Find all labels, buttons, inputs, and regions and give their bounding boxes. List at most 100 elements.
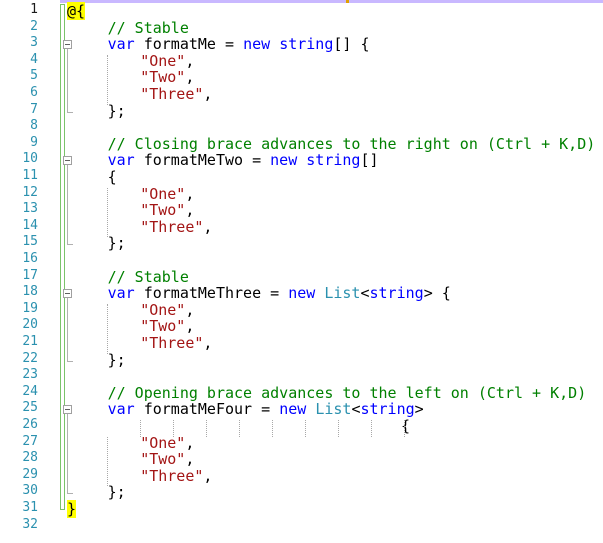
- line-number: 11: [22, 168, 38, 183]
- code-token: >: [414, 400, 424, 419]
- line-number: 13: [22, 201, 38, 217]
- code-line[interactable]: "Two",: [140, 69, 194, 85]
- code-token: "Three": [140, 466, 204, 485]
- code-line[interactable]: "One",: [140, 186, 194, 202]
- code-token: "Three": [140, 217, 204, 236]
- code-token: var: [107, 35, 135, 54]
- code-token: };: [107, 234, 126, 253]
- code-line[interactable]: "Two",: [140, 451, 194, 467]
- code-token: formatMe =: [134, 35, 244, 54]
- indent-guide: [206, 420, 207, 437]
- line-number: 9: [30, 134, 38, 150]
- code-token: ,: [203, 334, 213, 352]
- code-token: {: [107, 168, 117, 186]
- code-token: ,: [185, 201, 195, 220]
- code-line[interactable]: };: [108, 352, 126, 368]
- code-line[interactable]: var formatMeFour = new List<string>: [108, 401, 424, 417]
- outline-bracket: [67, 49, 68, 112]
- code-token: ,: [185, 51, 195, 70]
- code-line[interactable]: "Three",: [140, 219, 212, 235]
- code-token: ,: [185, 450, 195, 469]
- code-token: new: [288, 284, 316, 303]
- collapse-icon[interactable]: [63, 289, 72, 299]
- code-token: "Two": [140, 450, 186, 469]
- code-line[interactable]: };: [108, 103, 126, 119]
- code-line[interactable]: "Three",: [140, 468, 212, 484]
- line-number: 26: [22, 417, 38, 432]
- code-token: };: [107, 350, 126, 369]
- code-token: ,: [185, 68, 195, 87]
- outline-bracket-end: [67, 244, 73, 246]
- code-line[interactable]: }: [67, 500, 77, 518]
- code-editor[interactable]: 1 2 3 4 5 6 7 8 9 10 11 12 13 14 15 16 17 18 19 20 21 22 23 24 2…: [0, 0, 603, 543]
- indent-guide: [371, 420, 372, 437]
- code-token: new: [270, 151, 298, 170]
- code-line[interactable]: "Three",: [140, 86, 212, 102]
- indent-guide: [173, 420, 174, 437]
- indent-guide: [107, 54, 108, 105]
- code-line[interactable]: {: [108, 169, 117, 185]
- code-line[interactable]: // Stable: [108, 20, 189, 36]
- code-token: List: [324, 284, 361, 303]
- code-token: "Two": [140, 201, 186, 220]
- code-token: "Three": [140, 334, 204, 352]
- code-token: string: [306, 151, 361, 170]
- code-line[interactable]: };: [108, 235, 126, 251]
- line-number: 7: [30, 101, 38, 117]
- code-token: // Closing brace advances to the right o…: [107, 134, 596, 153]
- code-token: ,: [185, 184, 195, 203]
- code-line[interactable]: // Closing brace advances to the right o…: [108, 136, 596, 152]
- line-number: 19: [22, 300, 38, 316]
- code-line[interactable]: // Stable: [108, 269, 189, 285]
- code-token: "One": [140, 184, 186, 203]
- code-line[interactable]: "One",: [140, 435, 194, 451]
- code-token: "One": [140, 433, 186, 452]
- code-line[interactable]: var formatMeTwo = new string[]: [108, 152, 379, 168]
- line-number: 17: [22, 267, 38, 283]
- code-line[interactable]: var formatMeThree = new List<string> {: [108, 285, 451, 301]
- indent-guide: [107, 303, 108, 354]
- code-line[interactable]: };: [108, 484, 126, 500]
- indent-guide: [338, 420, 339, 437]
- code-token: "One": [140, 300, 186, 319]
- collapse-icon[interactable]: [63, 40, 72, 50]
- line-number: 8: [30, 118, 38, 134]
- line-number: 15: [22, 234, 38, 250]
- code-line[interactable]: "Two",: [140, 318, 194, 334]
- code-line[interactable]: var formatMe = new string[] {: [108, 36, 370, 52]
- line-number: 6: [30, 85, 38, 100]
- line-number: 28: [22, 450, 38, 466]
- collapse-icon[interactable]: [63, 156, 72, 166]
- code-token: string: [369, 284, 424, 303]
- indent-guide: [272, 420, 273, 437]
- code-line[interactable]: @{: [67, 2, 86, 20]
- line-number: 10: [22, 151, 38, 167]
- code-token: // Stable: [107, 267, 189, 286]
- line-number: 3: [30, 35, 38, 51]
- code-token: var: [107, 284, 135, 303]
- code-token: <: [360, 284, 370, 303]
- code-line[interactable]: // Opening brace advances to the left on…: [108, 385, 587, 401]
- code-token: formatMeTwo =: [134, 151, 271, 170]
- scroll-marker: [346, 0, 349, 3]
- code-token: "One": [140, 51, 186, 70]
- line-number: 12: [22, 184, 38, 200]
- code-line[interactable]: "Three",: [140, 335, 212, 351]
- code-token: ,: [203, 466, 213, 485]
- line-number: 20: [22, 317, 38, 333]
- code-line[interactable]: "One",: [140, 302, 194, 318]
- line-number: 21: [22, 334, 38, 349]
- collapse-icon[interactable]: [63, 405, 72, 415]
- line-number: 18: [22, 284, 38, 300]
- code-line[interactable]: {: [401, 418, 410, 434]
- code-line[interactable]: "One",: [140, 53, 194, 69]
- code-token: };: [107, 483, 126, 502]
- code-token: }: [67, 500, 77, 518]
- indent-guide: [305, 420, 306, 437]
- code-line[interactable]: "Two",: [140, 202, 194, 218]
- code-token: {: [401, 417, 411, 435]
- outline-bracket-end: [67, 493, 73, 495]
- line-number: 32: [22, 516, 38, 532]
- editor-top-indicator-bar: [0, 0, 603, 3]
